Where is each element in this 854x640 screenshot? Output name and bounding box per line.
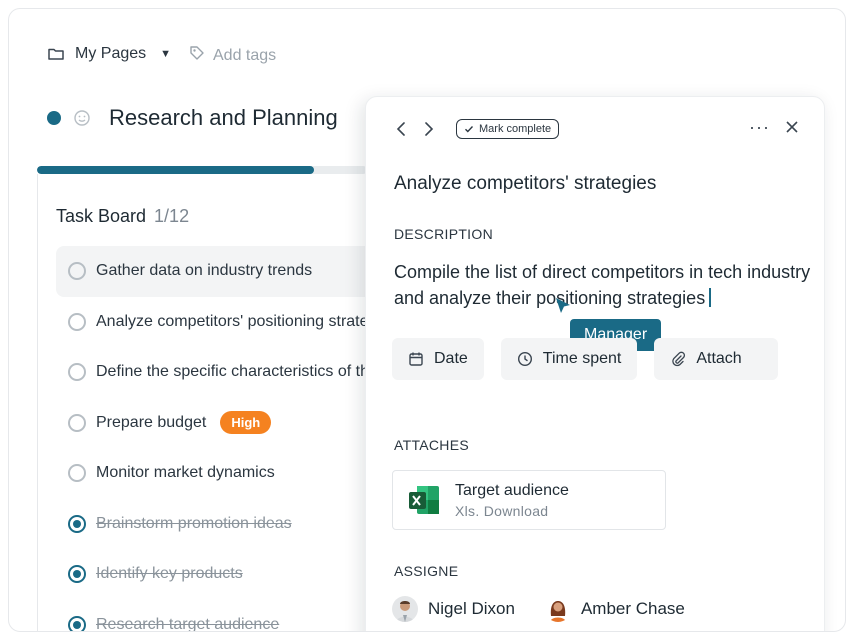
- folder-label: My Pages: [75, 45, 147, 62]
- task-label: Identify key products: [96, 565, 243, 583]
- date-label: Date: [434, 350, 468, 367]
- task-detail-panel: Mark complete ··· Analyze competitors' s…: [365, 96, 825, 631]
- task-item[interactable]: Define the specific characteristics of t…: [56, 347, 396, 398]
- chevron-left-icon[interactable]: [394, 121, 408, 137]
- time-spent-button[interactable]: Time spent: [500, 338, 638, 380]
- assignee-name: Nigel Dixon: [428, 599, 515, 618]
- description-text: Compile the list of direct competitors i…: [394, 262, 811, 308]
- attaches-label: ATTACHES: [394, 437, 469, 453]
- smile-icon[interactable]: [73, 109, 91, 127]
- task-checkbox-checked[interactable]: [68, 615, 86, 631]
- task-checkbox-checked[interactable]: [68, 565, 86, 584]
- paperclip-icon: [670, 351, 686, 367]
- task-list: Gather data on industry trends Analyze co…: [56, 246, 396, 632]
- task-board: Task Board 1/12 Gather data on industry t…: [37, 174, 397, 632]
- attachment-card[interactable]: Target audience Xls. Download: [392, 470, 666, 530]
- assignee-name: Amber Chase: [580, 599, 685, 618]
- date-button[interactable]: Date: [392, 338, 484, 380]
- task-item[interactable]: Analyze competitors' positioning strateg…: [56, 297, 396, 348]
- task-label: Prepare budget: [96, 413, 207, 431]
- task-checkbox[interactable]: [68, 413, 86, 432]
- tag-icon: [189, 45, 205, 66]
- assignee-nigel[interactable]: Nigel Dixon: [392, 596, 515, 622]
- description-label: DESCRIPTION: [394, 226, 493, 242]
- clock-icon: [517, 351, 533, 367]
- assignee-list: Nigel Dixon Amber Chase: [392, 596, 685, 622]
- breadcrumb[interactable]: My Pages ▼: [47, 45, 171, 63]
- attachment-name: Target audience: [455, 481, 569, 499]
- task-label: Brainstorm promotion ideas: [96, 514, 292, 532]
- time-spent-label: Time spent: [542, 350, 622, 367]
- task-label: Analyze competitors' positioning strateg…: [96, 312, 396, 330]
- avatar: [544, 596, 571, 622]
- panel-actions: ···: [749, 118, 798, 136]
- avatar: [392, 596, 418, 622]
- attachment-info: Target audience Xls. Download: [455, 482, 569, 519]
- task-item[interactable]: Brainstorm promotion ideas: [56, 499, 396, 550]
- add-tags-label: Add tags: [213, 46, 277, 64]
- cursor-icon: [553, 296, 573, 316]
- app-frame: My Pages ▼ Add tags Research and Plannin…: [8, 8, 846, 632]
- chevron-right-icon[interactable]: [422, 121, 436, 137]
- add-tags-button[interactable]: Add tags: [189, 45, 276, 66]
- task-label: Gather data on industry trends: [96, 262, 313, 280]
- caret-down-icon[interactable]: ▼: [160, 48, 171, 60]
- text-caret: [709, 288, 711, 307]
- progress-bar: [37, 166, 367, 174]
- status-dot: [47, 111, 61, 125]
- attach-label: Attach: [696, 350, 742, 367]
- page-title: Research and Planning: [109, 105, 338, 130]
- priority-badge: High: [220, 411, 272, 435]
- task-checkbox[interactable]: [68, 262, 86, 281]
- board-title: Task Board: [56, 206, 147, 226]
- task-item[interactable]: Research target audience: [56, 600, 396, 632]
- board-header: Task Board 1/12: [56, 206, 189, 227]
- task-label: Research target audience: [96, 615, 280, 632]
- progress-fill: [37, 166, 315, 174]
- close-icon[interactable]: [786, 121, 798, 133]
- task-item[interactable]: Identify key products: [56, 549, 396, 600]
- attach-button[interactable]: Attach: [654, 338, 779, 380]
- description-editor[interactable]: Compile the list of direct competitors i…: [394, 259, 814, 311]
- task-label: Monitor market dynamics: [96, 464, 275, 482]
- task-label: Define the specific characteristics of t…: [96, 363, 396, 381]
- assigne-label: ASSIGNE: [394, 563, 459, 579]
- task-checkbox[interactable]: [68, 464, 86, 483]
- calendar-icon: [408, 351, 424, 367]
- task-properties: Date Time spent Attach: [392, 338, 779, 380]
- task-checkbox[interactable]: [68, 363, 86, 382]
- more-icon[interactable]: ···: [749, 118, 770, 136]
- task-item[interactable]: Monitor market dynamics: [56, 448, 396, 499]
- task-checkbox[interactable]: [68, 312, 86, 331]
- board-count: 1/12: [154, 206, 190, 226]
- attachment-download-link[interactable]: Xls. Download: [455, 503, 569, 519]
- folder-icon: [47, 45, 65, 63]
- task-checkbox-checked[interactable]: [68, 514, 86, 533]
- panel-nav: Mark complete: [394, 119, 560, 139]
- check-icon: [464, 124, 474, 134]
- excel-icon: [407, 484, 441, 516]
- page-header: Research and Planning: [47, 105, 338, 131]
- assignee-amber[interactable]: Amber Chase: [544, 596, 685, 622]
- task-title: Analyze competitors' strategies: [394, 173, 657, 194]
- mark-complete-label: Mark complete: [479, 123, 552, 135]
- task-item[interactable]: Gather data on industry trends: [56, 246, 396, 297]
- task-item[interactable]: Prepare budget High: [56, 398, 396, 449]
- mark-complete-button[interactable]: Mark complete: [456, 119, 560, 139]
